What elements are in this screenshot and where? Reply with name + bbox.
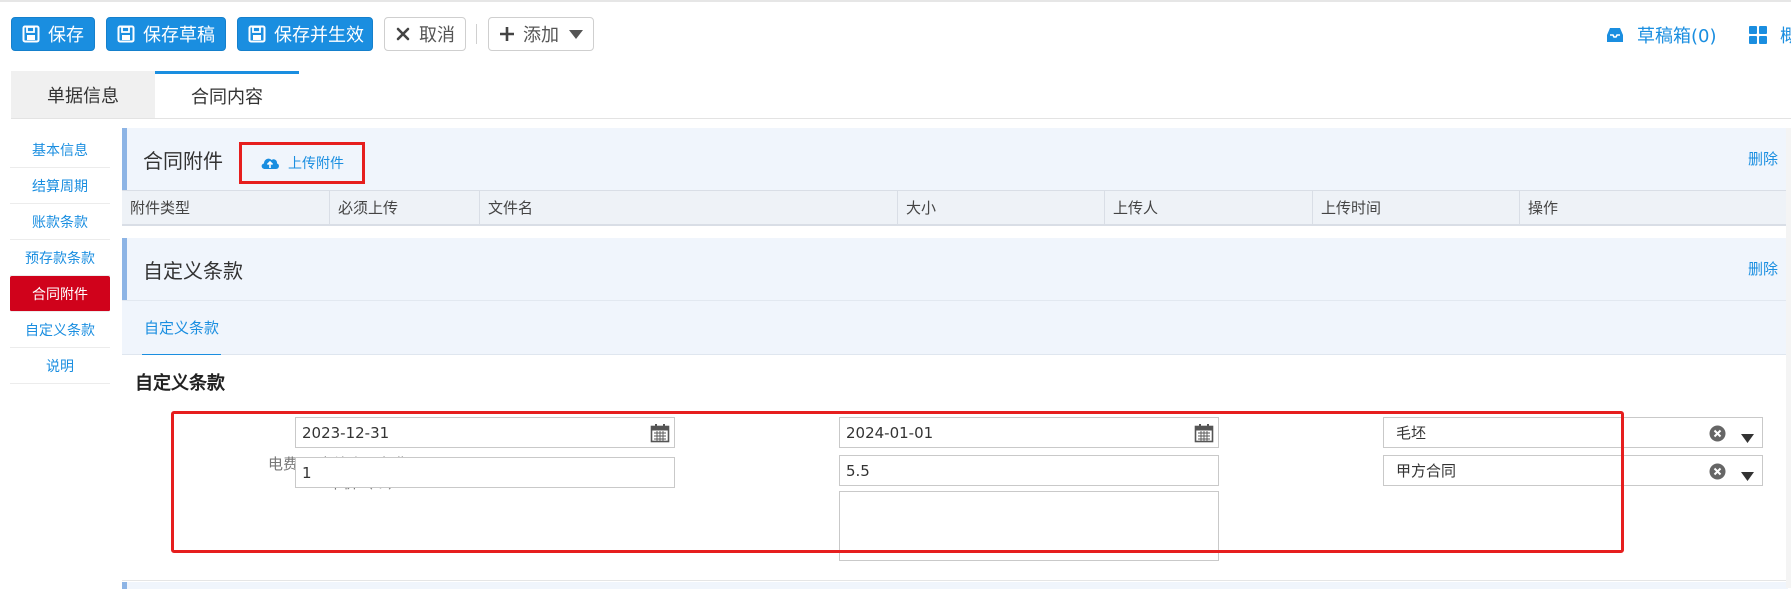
column-header[interactable]: 大小 (898, 191, 1105, 224)
save-icon (248, 24, 266, 44)
highlight-box (171, 411, 1624, 553)
upload-attachment-label: 上传附件 (288, 156, 344, 172)
sidebar-item-deposit-terms[interactable]: 预存款条款 (10, 240, 110, 276)
form-title: 自定义条款 (135, 373, 225, 394)
sidebar-item-basic-info[interactable]: 基本信息 (10, 132, 110, 168)
column-header[interactable]: 上传时间 (1313, 191, 1520, 224)
save-effective-button[interactable]: 保存并生效 (237, 17, 373, 51)
cancel-button[interactable]: 取消 (384, 17, 466, 51)
cloud-upload-icon (260, 155, 280, 171)
attachments-title: 合同附件 (143, 148, 223, 173)
tab-label: 单据信息 (47, 85, 119, 107)
custom-terms-subtabs: 自定义条款 (122, 300, 1788, 356)
section-nav: 基本信息 结算周期 账款条款 预存款条款 合同附件 自定义条款 说明 (10, 132, 110, 384)
next-panel-header (122, 582, 1788, 589)
chevron-down-icon[interactable] (1741, 467, 1754, 481)
sidebar-item-label: 自定义条款 (25, 322, 95, 339)
attachments-header: 合同附件 上传附件 删除 (122, 128, 1788, 190)
chevron-down-icon[interactable] (1741, 429, 1754, 443)
save-icon (22, 24, 40, 44)
scrollbar[interactable] (1786, 128, 1791, 588)
sidebar-item-label: 说明 (46, 358, 74, 375)
column-header[interactable]: 操作 (1520, 191, 1788, 224)
close-icon (395, 24, 411, 44)
column-header[interactable]: 文件名 (480, 191, 898, 224)
top-divider (0, 0, 1791, 2)
custom-terms-form: 自定义条款 计划交付时间: 2023-12-31 计划开业时间: 2024-01… (122, 355, 1788, 581)
custom-terms-panel: 自定义条款 删除 自定义条款 自定义条款 计划交付时间: 2023-12-31 … (122, 238, 1788, 581)
tab-document-info[interactable]: 单据信息 (11, 71, 155, 118)
save-draft-button[interactable]: 保存草稿 (106, 17, 226, 51)
column-header[interactable]: 上传人 (1105, 191, 1313, 224)
save-button[interactable]: 保存 (11, 17, 95, 51)
tab-contract-content[interactable]: 合同内容 (155, 71, 299, 118)
save-icon (117, 24, 135, 44)
sidebar-item-label: 预存款条款 (25, 250, 95, 267)
chevron-down-icon (569, 29, 583, 39)
attachments-delete-link[interactable]: 删除 (1748, 148, 1778, 169)
overview-label: 概 (1780, 26, 1791, 47)
upload-attachment-button[interactable]: 上传附件 (239, 142, 365, 184)
sidebar-item-notes[interactable]: 说明 (10, 348, 110, 384)
overview-link[interactable]: 概 (1748, 22, 1791, 48)
save-effective-label: 保存并生效 (274, 25, 364, 46)
plus-icon (499, 24, 515, 44)
toolbar-separator (476, 24, 477, 44)
add-button[interactable]: 添加 (488, 17, 594, 51)
attachments-panel: 合同附件 上传附件 删除 附件类型 必须上传 文件名 大小 上传人 上传时间 操… (122, 128, 1788, 226)
save-label: 保存 (48, 25, 84, 46)
sidebar-item-label: 结算周期 (32, 178, 88, 195)
subtab-custom-terms[interactable]: 自定义条款 (142, 301, 222, 356)
clear-icon[interactable] (1709, 463, 1726, 480)
sidebar-item-settlement-cycle[interactable]: 结算周期 (10, 168, 110, 204)
sidebar-item-label: 账款条款 (32, 214, 88, 231)
custom-terms-title: 自定义条款 (143, 258, 243, 283)
inbox-icon (1605, 26, 1625, 44)
column-header[interactable]: 必须上传 (330, 191, 480, 224)
sidebar-item-label: 合同附件 (32, 286, 88, 303)
subtab-label: 自定义条款 (144, 319, 220, 337)
grid-icon (1748, 25, 1768, 45)
main-tabs: 单据信息 合同内容 (11, 71, 299, 118)
tab-label: 合同内容 (191, 87, 263, 108)
attachments-table-header: 附件类型 必须上传 文件名 大小 上传人 上传时间 操作 (122, 190, 1788, 226)
tabs-divider (11, 118, 1791, 119)
custom-terms-delete-link[interactable]: 删除 (1748, 258, 1778, 279)
sidebar-item-label: 基本信息 (32, 142, 88, 159)
add-label: 添加 (523, 25, 559, 46)
sidebar-item-payment-terms[interactable]: 账款条款 (10, 204, 110, 240)
sidebar-item-attachments[interactable]: 合同附件 (10, 276, 110, 312)
clear-icon[interactable] (1709, 425, 1726, 442)
toolbar: 保存 保存草稿 保存并生效 取消 添加 草稿箱(0) 概 (0, 0, 1791, 70)
custom-terms-header: 自定义条款 删除 (122, 238, 1788, 300)
drafts-label: 草稿箱(0) (1637, 26, 1717, 47)
cancel-label: 取消 (419, 25, 455, 46)
sidebar-item-custom-terms[interactable]: 自定义条款 (10, 312, 110, 348)
drafts-link[interactable]: 草稿箱(0) (1605, 22, 1717, 48)
main-content: 合同附件 上传附件 删除 附件类型 必须上传 文件名 大小 上传人 上传时间 操… (122, 128, 1788, 581)
save-draft-label: 保存草稿 (143, 25, 215, 46)
column-header[interactable]: 附件类型 (122, 191, 330, 224)
